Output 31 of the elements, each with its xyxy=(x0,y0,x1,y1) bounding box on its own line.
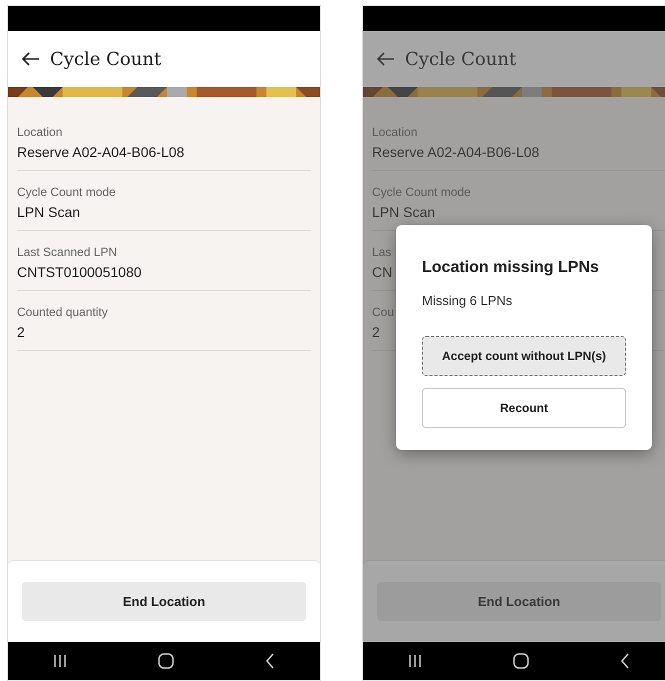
dialog-title: Location missing LPNs xyxy=(422,259,600,277)
field-value: 2 xyxy=(17,324,25,340)
back-icon[interactable] xyxy=(264,653,275,669)
field-value: LPN Scan xyxy=(372,204,436,220)
field-label: Counted quantity xyxy=(17,305,108,319)
field-label: Cycle Count mode xyxy=(372,185,471,199)
end-location-button[interactable]: End Location xyxy=(22,582,306,621)
field-label: Las xyxy=(372,245,392,259)
recent-apps-icon[interactable] xyxy=(408,654,422,668)
field-label: Location xyxy=(17,125,62,139)
dialog-button[interactable]: Accept count without LPN(s) xyxy=(422,336,626,376)
field-label: Last Scanned LPN xyxy=(17,245,118,259)
field-value: Reserve A02-A04-B06-L08 xyxy=(17,144,184,160)
field-label: Cycle Count mode xyxy=(17,185,116,199)
recent-apps-icon[interactable] xyxy=(53,654,68,668)
field-label: Cou xyxy=(372,305,394,319)
field-value: 2 xyxy=(372,324,380,340)
back-icon[interactable] xyxy=(620,653,630,669)
home-icon[interactable] xyxy=(512,653,529,669)
screen-title: Cycle Count xyxy=(405,48,516,70)
dialog-message: Missing 6 LPNs xyxy=(422,293,514,308)
dialog-button[interactable]: Recount xyxy=(422,388,626,428)
field-value: LPN Scan xyxy=(17,204,80,220)
field-label: Location xyxy=(372,125,418,139)
home-icon[interactable] xyxy=(158,653,174,669)
field-value: CNTST0100051080 xyxy=(17,264,142,280)
end-location-button[interactable]: End Location xyxy=(377,582,661,621)
field-value: CN xyxy=(372,264,392,280)
field-value: Reserve A02-A04-B06-L08 xyxy=(372,144,540,160)
back-arrow-icon[interactable] xyxy=(22,52,40,66)
screen-title: Cycle Count xyxy=(50,48,162,70)
